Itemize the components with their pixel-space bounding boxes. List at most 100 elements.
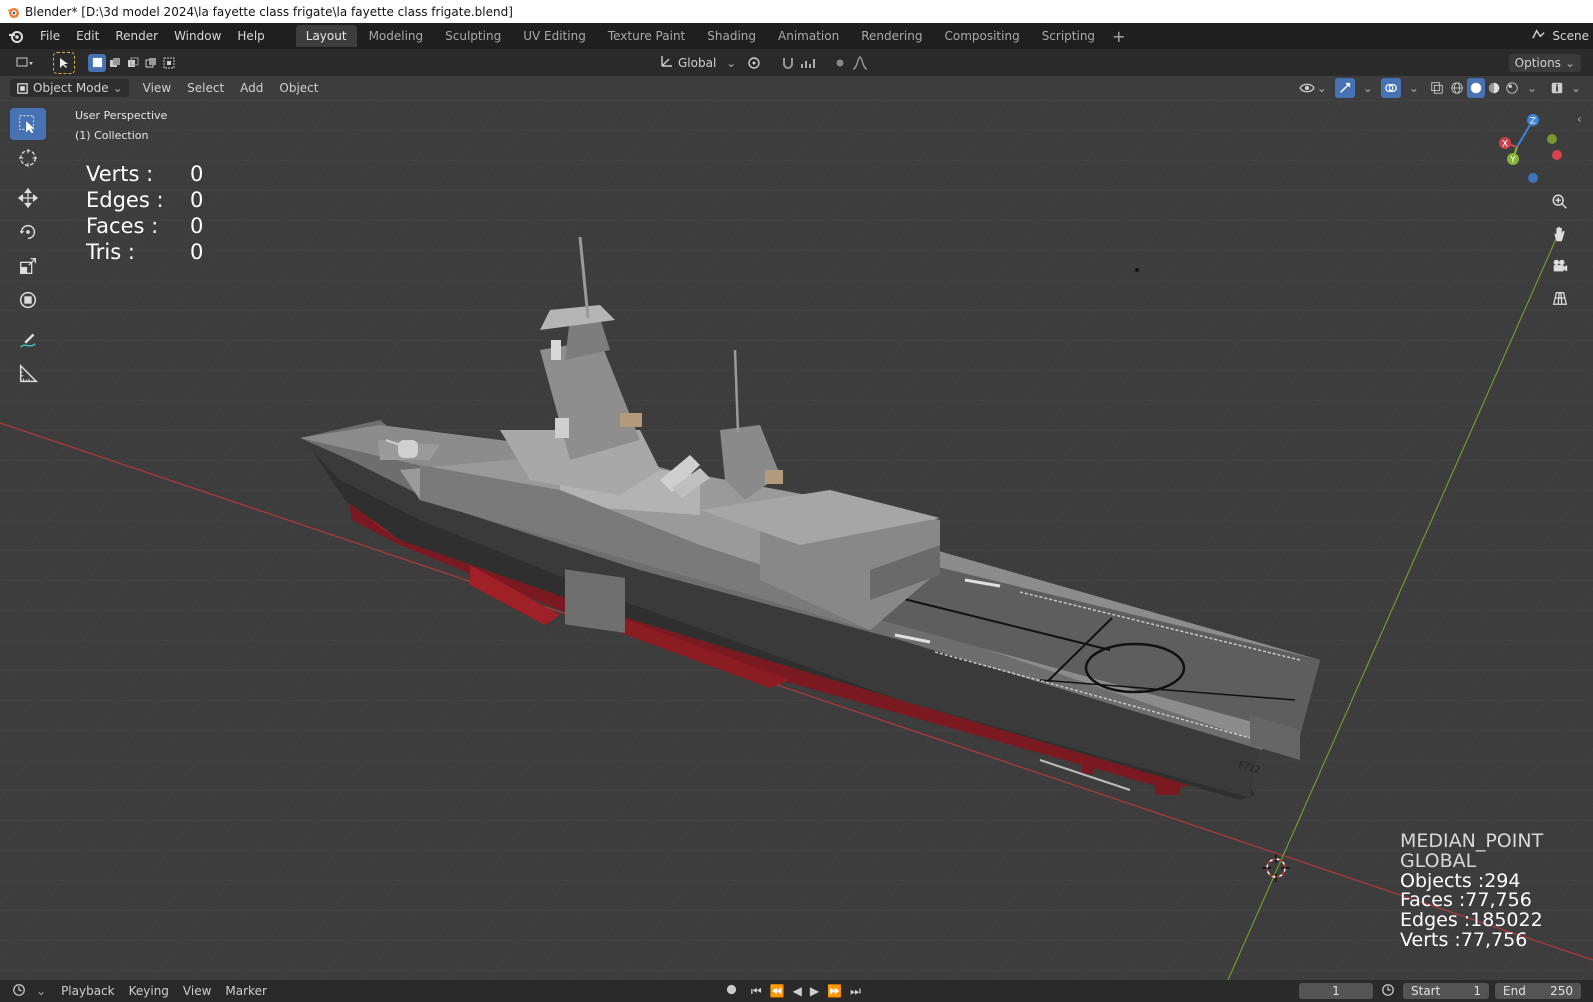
select-invert-icon[interactable] bbox=[142, 54, 160, 72]
play-reverse-icon[interactable]: ◀ bbox=[793, 984, 802, 998]
scale-tool-icon[interactable] bbox=[10, 250, 46, 282]
edges-count: Edges :185022 bbox=[1400, 909, 1543, 932]
jump-start-icon[interactable]: ⏮ bbox=[751, 984, 762, 999]
timeline-menu-playback[interactable]: Playback bbox=[54, 984, 122, 998]
add-workspace-icon[interactable]: + bbox=[1106, 27, 1131, 46]
menu-window[interactable]: Window bbox=[166, 23, 229, 49]
auto-keying-clock-icon[interactable] bbox=[1381, 983, 1395, 1000]
tab-shading[interactable]: Shading bbox=[697, 25, 766, 47]
visibility-eye-icon[interactable] bbox=[1297, 78, 1317, 98]
rotate-tool-icon[interactable] bbox=[10, 216, 46, 248]
svg-text:Z: Z bbox=[1530, 117, 1536, 127]
shading-rendered-icon[interactable] bbox=[1503, 78, 1521, 98]
select-tool-icon[interactable] bbox=[53, 51, 75, 74]
end-frame-field[interactable]: End 250 bbox=[1495, 983, 1581, 999]
annotate-tool-icon[interactable] bbox=[10, 324, 46, 356]
chevron-down-icon: ⌄ bbox=[1316, 81, 1327, 95]
proportional-editing-icon[interactable] bbox=[830, 53, 850, 73]
select-extend-icon[interactable] bbox=[106, 54, 124, 72]
viewport-menu-add[interactable]: Add bbox=[232, 75, 271, 101]
snap-toggle-icon[interactable] bbox=[778, 53, 798, 73]
tab-scripting[interactable]: Scripting bbox=[1032, 25, 1105, 47]
stat-row-verts: Verts :0 bbox=[86, 162, 204, 186]
tab-sculpting[interactable]: Sculpting bbox=[435, 25, 511, 47]
chevron-down-icon: ⌄ bbox=[1362, 81, 1373, 95]
chevron-down-icon: ⌄ bbox=[1570, 81, 1581, 95]
play-icon[interactable]: ▶ bbox=[810, 984, 819, 998]
editor-type-icon[interactable] bbox=[10, 53, 40, 73]
menu-render[interactable]: Render bbox=[107, 23, 166, 49]
svg-text:X: X bbox=[1502, 140, 1508, 150]
camera-view-icon[interactable] bbox=[1546, 252, 1574, 280]
xray-toggle-icon[interactable] bbox=[1427, 78, 1447, 98]
scene-statistics: MEDIAN_POINT GLOBAL Objects :294 Faces :… bbox=[1400, 831, 1543, 951]
select-box-tool-icon[interactable] bbox=[10, 108, 46, 140]
tab-texture-paint[interactable]: Texture Paint bbox=[598, 25, 695, 47]
timeline-menu-view[interactable]: View bbox=[176, 984, 218, 998]
sidebar-toggle-icon[interactable]: ‹ bbox=[1577, 112, 1582, 126]
collection-label: (1) Collection bbox=[75, 129, 149, 142]
window-title-bar: Blender* [D:\3d model 2024\la fayette cl… bbox=[0, 0, 1593, 23]
cursor-tool-icon[interactable] bbox=[10, 142, 46, 174]
jump-next-keyframe-icon[interactable]: ⏩ bbox=[827, 984, 842, 998]
navigation-gizmo[interactable]: Z X Y bbox=[1495, 110, 1575, 190]
measure-tool-icon[interactable] bbox=[10, 358, 46, 390]
overlays-toggle-icon[interactable] bbox=[1380, 78, 1401, 98]
top-bar: File Edit Render Window Help Layout Mode… bbox=[0, 23, 1593, 49]
tab-modeling[interactable]: Modeling bbox=[359, 25, 434, 47]
tab-rendering[interactable]: Rendering bbox=[851, 25, 932, 47]
verts-count: Verts :77,756 bbox=[1400, 928, 1528, 951]
pan-hand-icon[interactable] bbox=[1546, 220, 1574, 248]
info-icon[interactable] bbox=[1547, 78, 1567, 98]
ortho-grid-icon[interactable] bbox=[1546, 284, 1574, 312]
gizmo-toggle-icon[interactable] bbox=[1334, 78, 1355, 98]
pivot-point-icon[interactable] bbox=[744, 53, 764, 73]
viewport-menu-select[interactable]: Select bbox=[179, 75, 232, 101]
tool-header: Global ⌄ Options ⌄ bbox=[0, 49, 1593, 76]
scene-selector-icon[interactable] bbox=[1525, 27, 1552, 45]
jump-end-icon[interactable]: ⏭ bbox=[850, 984, 861, 999]
shading-wireframe-icon[interactable] bbox=[1447, 78, 1467, 98]
shading-solid-icon[interactable] bbox=[1466, 78, 1485, 98]
current-frame-field[interactable]: 1 bbox=[1299, 983, 1373, 999]
jump-prev-keyframe-icon[interactable]: ⏪ bbox=[770, 984, 785, 998]
transform-orientation-icon bbox=[660, 54, 674, 71]
menu-file[interactable]: File bbox=[32, 23, 68, 49]
select-subtract-icon[interactable] bbox=[124, 54, 142, 72]
menu-help[interactable]: Help bbox=[229, 23, 272, 49]
select-intersect-icon[interactable] bbox=[160, 54, 178, 72]
blender-menu-icon[interactable] bbox=[0, 28, 32, 44]
blender-logo-icon bbox=[7, 7, 19, 18]
transform-tool-icon[interactable] bbox=[10, 284, 46, 316]
tab-uv-editing[interactable]: UV Editing bbox=[513, 25, 596, 47]
start-frame-field[interactable]: Start 1 bbox=[1403, 983, 1489, 999]
snap-increment-icon[interactable] bbox=[798, 53, 818, 73]
chevron-down-icon: ⌄ bbox=[1564, 55, 1575, 70]
options-dropdown[interactable]: Options ⌄ bbox=[1508, 53, 1581, 72]
transform-orientation-dropdown[interactable]: Global bbox=[678, 56, 716, 70]
timeline-menu-keying[interactable]: Keying bbox=[122, 984, 176, 998]
shading-material-icon[interactable] bbox=[1485, 78, 1503, 98]
chevron-down-icon: ⌄ bbox=[36, 984, 47, 998]
tab-layout[interactable]: Layout bbox=[295, 25, 357, 47]
selection-statistics: Verts :0 Edges :0 Faces :0 Tris :0 bbox=[86, 161, 203, 265]
perspective-label: User Perspective bbox=[75, 109, 168, 122]
chevron-down-icon: ⌄ bbox=[112, 81, 123, 95]
viewport-menu-object[interactable]: Object bbox=[271, 75, 326, 101]
scene-selector[interactable]: Scene bbox=[1552, 29, 1593, 43]
move-tool-icon[interactable] bbox=[10, 182, 46, 214]
chevron-down-icon: ⌄ bbox=[1526, 81, 1537, 95]
tab-animation[interactable]: Animation bbox=[768, 25, 849, 47]
timeline-editor-type-icon[interactable] bbox=[12, 983, 36, 1000]
tab-compositing[interactable]: Compositing bbox=[934, 25, 1029, 47]
zoom-icon[interactable] bbox=[1546, 188, 1574, 216]
3d-viewport[interactable]: F712 User Perspective (1) Collection Ver… bbox=[0, 100, 1593, 980]
menu-edit[interactable]: Edit bbox=[68, 23, 107, 49]
timeline-menu-marker[interactable]: Marker bbox=[218, 984, 273, 998]
select-new-icon[interactable] bbox=[88, 53, 106, 72]
navigation-buttons bbox=[1546, 188, 1574, 312]
record-icon[interactable] bbox=[726, 984, 737, 998]
object-mode-dropdown[interactable]: Object Mode ⌄ bbox=[10, 79, 129, 97]
viewport-menu-view[interactable]: View bbox=[135, 75, 179, 101]
proportional-falloff-icon[interactable] bbox=[850, 53, 870, 73]
